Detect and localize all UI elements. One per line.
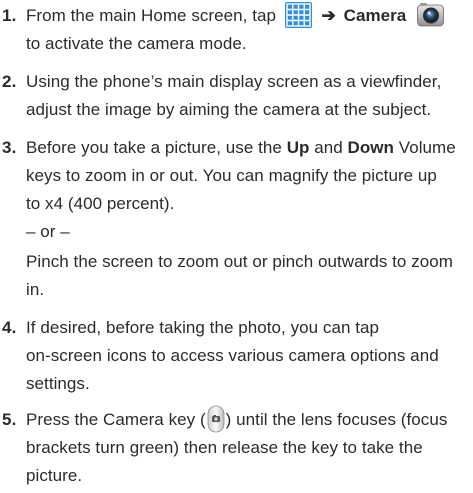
arrow-icon: ➔ bbox=[321, 6, 336, 25]
camera-label: Camera bbox=[343, 6, 407, 25]
step-text-line: in. bbox=[26, 280, 45, 299]
step-text-line: If desired, before taking the photo, you… bbox=[26, 318, 380, 337]
step-text-segment: and bbox=[309, 138, 348, 157]
camera-app-icon bbox=[417, 2, 444, 28]
step-text-segment: Press the Camera key ( bbox=[26, 410, 206, 429]
step-text-line: to x4 (400 percent). bbox=[26, 194, 175, 213]
step-text-line: keys to zoom in or out. You can magnify … bbox=[26, 166, 437, 185]
step-text-line: adjust the image by aiming the camera at… bbox=[26, 100, 432, 119]
step-text-line: brackets turn green) then release the ke… bbox=[26, 438, 423, 457]
step-number: 1. bbox=[2, 6, 17, 25]
apps-grid-icon bbox=[284, 1, 312, 28]
step-number: 5. bbox=[2, 410, 17, 429]
step-text-line: picture. bbox=[26, 466, 83, 485]
step-text-line: on-screen icons to access various camera… bbox=[26, 346, 439, 365]
step-text-segment: Before you take a picture, use the bbox=[26, 138, 287, 157]
step-text-line: Using the phone’s main display screen as… bbox=[26, 72, 442, 91]
step-text: Before you take a picture, use the Up an… bbox=[26, 134, 470, 304]
up-key-label: Up bbox=[286, 138, 310, 157]
step-text: Using the phone’s main display screen as… bbox=[26, 68, 470, 124]
step-text: Press the Camera key () until the lens … bbox=[26, 405, 470, 490]
step-number: 3. bbox=[2, 138, 17, 157]
step-text-segment: ) until the lens focuses (focus bbox=[225, 410, 448, 429]
step-number: 4. bbox=[2, 318, 17, 337]
camera-key-icon bbox=[207, 405, 225, 433]
step-number: 2. bbox=[2, 72, 17, 91]
step-text: From the main Home screen, tap ➔ Camera bbox=[26, 1, 470, 58]
step-text-line: settings. bbox=[26, 374, 90, 393]
instructions-page: 1. From the main Home screen, tap ➔ Came… bbox=[0, 0, 473, 493]
step-text-line: Pinch the screen to zoom out or pinch ou… bbox=[26, 252, 453, 271]
or-separator: – or – bbox=[26, 222, 70, 241]
step-text-segment: From the main Home screen, tap bbox=[26, 6, 276, 25]
step-text-line: to activate the camera mode. bbox=[26, 34, 247, 53]
down-key-label: Down bbox=[347, 138, 394, 157]
step-text: If desired, before taking the photo, you… bbox=[26, 314, 470, 398]
step-text-segment: Volume bbox=[393, 138, 456, 157]
